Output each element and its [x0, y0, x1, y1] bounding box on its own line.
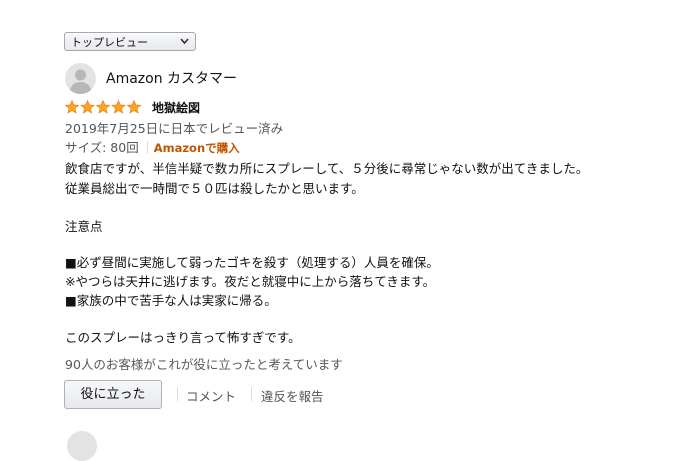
- helpful-count: 90人のお客様がこれが役に立ったと考えています: [65, 357, 343, 372]
- star-icon: [126, 100, 142, 114]
- report-abuse-link[interactable]: 違反を報告: [261, 386, 324, 405]
- reviewer-name[interactable]: Amazon カスタマー: [106, 68, 237, 88]
- user-avatar-icon: [69, 69, 92, 94]
- review-body-line: ※やつらは天井に逃げます。夜だと就寝中に上から落ちてきます。: [65, 274, 436, 289]
- star-icon: [111, 100, 126, 114]
- star-icon: [95, 100, 111, 114]
- star-icon: [65, 100, 80, 114]
- next-reviewer-avatar: [67, 431, 97, 461]
- review-body-line: 飲食店ですが、半信半疑で数カ所にスプレーして、５分後に尋常じゃない数が出てきまし…: [65, 161, 589, 176]
- helpful-button[interactable]: 役に立った: [64, 380, 162, 409]
- review-meta: サイズ: 80回 Amazonで購入: [65, 137, 240, 156]
- chevron-down-icon: [180, 38, 189, 45]
- review-body-line: 注意点: [65, 219, 103, 234]
- review-title[interactable]: 地獄絵図: [152, 99, 200, 116]
- sort-dropdown[interactable]: トップレビュー: [64, 32, 196, 51]
- review-body-line: このスプレーはっきり言って怖すぎです。: [65, 330, 301, 345]
- variant-info: サイズ: 80回: [65, 140, 139, 155]
- review-date: 2019年7月25日に日本でレビュー済み: [65, 121, 284, 136]
- review-body-line: ■家族の中で苦手な人は実家に帰る。: [65, 293, 277, 308]
- star-rating: [65, 100, 142, 114]
- comment-link[interactable]: コメント: [186, 386, 236, 405]
- action-divider: [177, 387, 178, 401]
- verified-purchase-badge: Amazonで購入: [153, 141, 240, 155]
- reviewer-avatar: [65, 63, 96, 94]
- sort-dropdown-label: トップレビュー: [71, 36, 148, 49]
- review-body-line: ■必ず昼間に実施して弱ったゴキを殺す（処理する）人員を確保。: [65, 255, 439, 270]
- meta-divider: [146, 141, 148, 154]
- action-divider: [251, 387, 252, 401]
- review-body-line: 従業員総出で一時間で５０匹は殺したかと思います。: [65, 181, 364, 196]
- star-icon: [80, 100, 95, 114]
